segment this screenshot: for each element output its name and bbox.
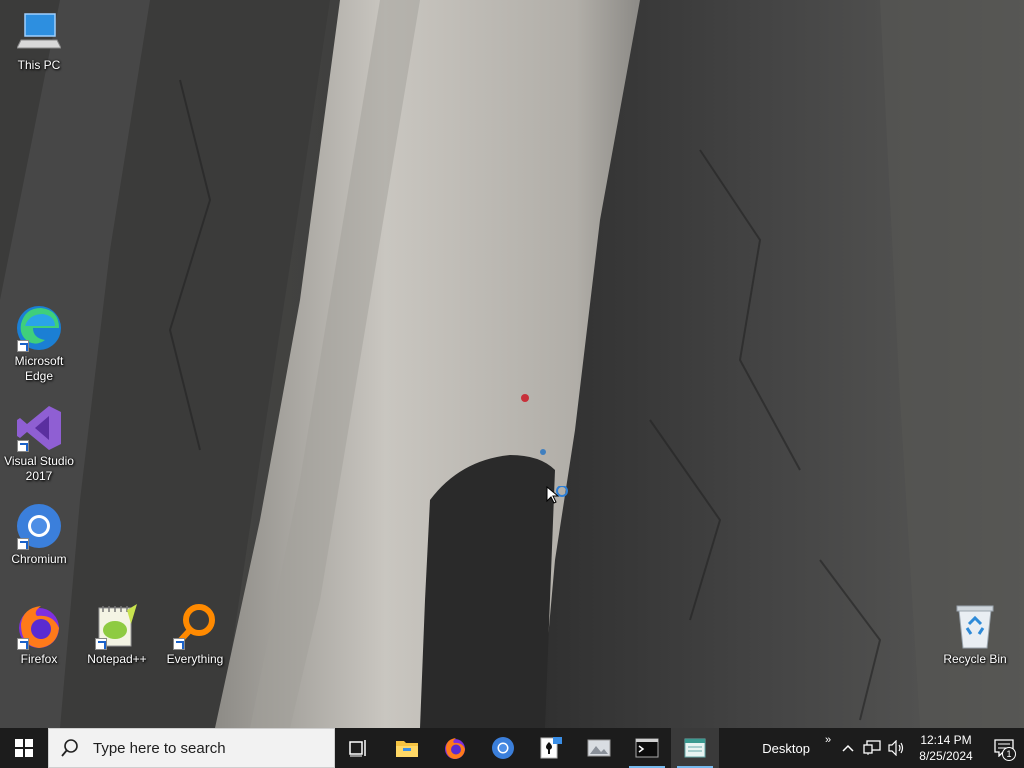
computer-icon	[15, 8, 63, 56]
desktop-icon-recycle-bin[interactable]: Recycle Bin	[936, 602, 1014, 667]
toolbar-expand-icon[interactable]: »	[820, 728, 836, 768]
taskbar-terminal[interactable]	[623, 728, 671, 768]
volume-icon[interactable]	[884, 728, 908, 768]
network-icon[interactable]	[860, 728, 884, 768]
taskbar-solitaire[interactable]	[527, 728, 575, 768]
windows-logo-icon	[15, 739, 33, 757]
desktop-icon-label: Visual Studio 2017	[4, 454, 74, 483]
taskbar-photos[interactable]	[575, 728, 623, 768]
terminal-icon	[635, 738, 659, 758]
solitaire-icon	[540, 737, 562, 759]
desktop-icon-label: Chromium	[11, 552, 67, 566]
desktop-icon-label: Recycle Bin	[943, 652, 1007, 666]
chromium-icon	[15, 502, 63, 550]
desktop-icon-firefox[interactable]: Firefox	[0, 602, 78, 667]
shortcut-arrow-icon	[173, 638, 185, 650]
taskbar-clock[interactable]: 12:14 PM 8/25/2024	[908, 732, 984, 764]
notification-count-badge: 1	[1002, 747, 1016, 761]
chromium-icon	[492, 737, 514, 759]
shortcut-arrow-icon	[17, 638, 29, 650]
desktop-icon-label: Firefox	[20, 652, 58, 666]
shortcut-arrow-icon	[17, 340, 29, 352]
desktop-icon-visual-studio[interactable]: Visual Studio 2017	[0, 404, 78, 484]
notification-center-button[interactable]: 1	[984, 728, 1024, 768]
mouse-cursor	[546, 485, 570, 511]
notepad-icon	[684, 738, 706, 758]
desktop-icon-everything[interactable]: Everything	[156, 602, 234, 667]
task-view-icon	[349, 740, 366, 757]
taskbar-chromium[interactable]	[479, 728, 527, 768]
search-placeholder: Type here to search	[93, 739, 226, 757]
photos-icon	[587, 739, 611, 757]
visual-studio-icon	[15, 404, 63, 452]
firefox-icon	[15, 602, 63, 650]
desktop-icon-this-pc[interactable]: This PC	[0, 8, 78, 73]
notepadpp-icon	[93, 602, 141, 650]
taskbar-task-view[interactable]	[335, 728, 383, 768]
taskbar-notepad[interactable]	[671, 728, 719, 768]
system-tray: Desktop » 12:14 PM 8/25/2024 1	[752, 728, 1024, 768]
clock-time: 12:14 PM	[920, 733, 972, 747]
taskbar-search-box[interactable]: Type here to search	[48, 728, 335, 768]
recycle-bin-icon	[951, 602, 999, 650]
desktop-icon-chromium[interactable]: Chromium	[0, 502, 78, 567]
desktop-icon-microsoft-edge[interactable]: Microsoft Edge	[0, 304, 78, 384]
chevron-up-icon[interactable]	[836, 728, 860, 768]
desktop-icon-label: This PC	[17, 58, 61, 72]
everything-icon	[171, 602, 219, 650]
desktop-icon-label: Notepad++	[87, 652, 147, 666]
desktop-icon-notepadpp[interactable]: Notepad++	[78, 602, 156, 667]
desktop-icon-label: Everything	[166, 652, 224, 666]
start-button[interactable]	[0, 728, 48, 768]
desktop-icon-label: Microsoft Edge	[14, 354, 64, 383]
file-explorer-icon	[396, 741, 418, 757]
search-icon	[61, 739, 78, 757]
desktop-toolbar-label[interactable]: Desktop	[752, 741, 820, 756]
taskbar-file-explorer[interactable]	[383, 728, 431, 768]
clock-date: 8/25/2024	[919, 749, 973, 763]
taskbar: Type here to search Desktop » 12:14 PM 8…	[0, 728, 1024, 768]
shortcut-arrow-icon	[95, 638, 107, 650]
shortcut-arrow-icon	[17, 538, 29, 550]
shortcut-arrow-icon	[17, 440, 29, 452]
taskbar-firefox[interactable]	[431, 728, 479, 768]
edge-icon	[15, 304, 63, 352]
firefox-icon	[445, 738, 465, 759]
